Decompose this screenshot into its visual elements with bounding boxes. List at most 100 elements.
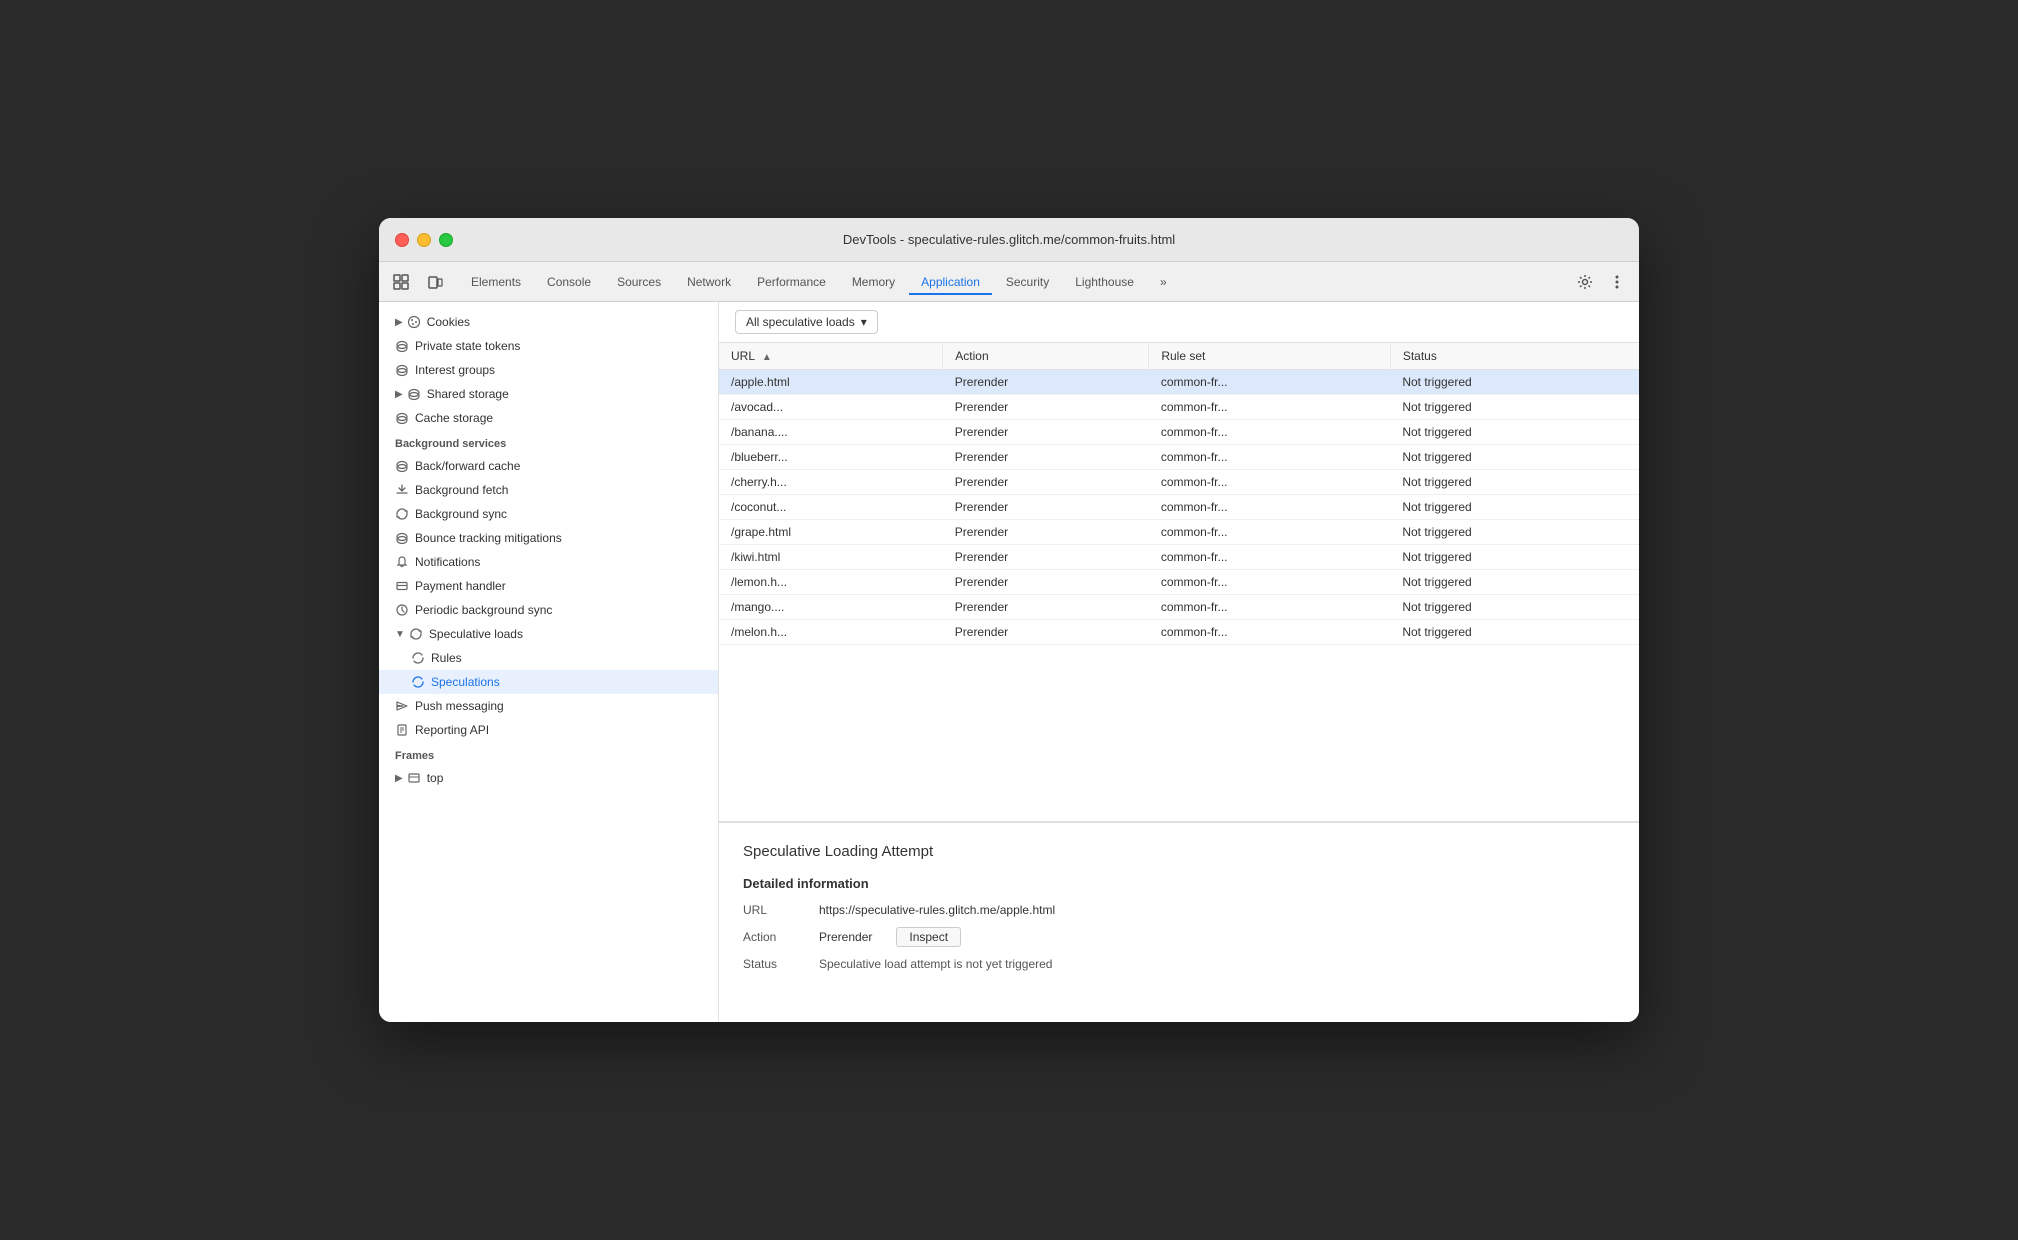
table-row[interactable]: /kiwi.htmlPrerendercommon-fr...Not trigg… [719,545,1639,570]
cell-url: /grape.html [719,520,943,545]
tab-security[interactable]: Security [994,269,1061,295]
table-row[interactable]: /coconut...Prerendercommon-fr...Not trig… [719,495,1639,520]
filter-dropdown[interactable]: All speculative loads ▾ [735,310,878,334]
minimize-button[interactable] [417,233,431,247]
table-row[interactable]: /blueberr...Prerendercommon-fr...Not tri… [719,445,1639,470]
periodic-bg-sync-icon [395,603,409,617]
maximize-button[interactable] [439,233,453,247]
sort-arrow-icon: ▲ [762,352,772,363]
detail-section-title: Detailed information [743,876,1615,891]
private-state-icon [395,339,409,353]
cell-status: Not triggered [1390,445,1639,470]
detail-status-row: Status Speculative load attempt is not y… [743,957,1615,971]
dropdown-arrow-icon: ▾ [861,315,867,329]
sidebar-label-rules: Rules [431,651,462,665]
speculative-loads-arrow-icon: ▼ [395,629,405,640]
cell-action: Prerender [943,620,1149,645]
sidebar-label-reporting-api: Reporting API [415,723,489,737]
cell-rule-set: common-fr... [1149,620,1391,645]
sidebar-item-cache-storage[interactable]: Cache storage [379,406,718,430]
cell-url: /coconut... [719,495,943,520]
sidebar-item-bfcache[interactable]: Back/forward cache [379,454,718,478]
settings-icon[interactable] [1571,268,1599,296]
cell-action: Prerender [943,545,1149,570]
detail-url-value: https://speculative-rules.glitch.me/appl… [819,903,1055,917]
inspect-button[interactable]: Inspect [896,927,961,947]
cell-status: Not triggered [1390,545,1639,570]
sidebar-item-top-frame[interactable]: ▶ top [379,766,718,790]
tab-performance[interactable]: Performance [745,269,838,295]
col-header-url[interactable]: URL ▲ [719,343,943,370]
cell-status: Not triggered [1390,395,1639,420]
table-row[interactable]: /grape.htmlPrerendercommon-fr...Not trig… [719,520,1639,545]
close-button[interactable] [395,233,409,247]
col-header-status[interactable]: Status [1390,343,1639,370]
cell-url: /kiwi.html [719,545,943,570]
top-frame-icon [407,771,421,785]
tab-application[interactable]: Application [909,269,992,295]
sidebar-item-bounce-tracking[interactable]: Bounce tracking mitigations [379,526,718,550]
payment-handler-icon [395,579,409,593]
table-row[interactable]: /cherry.h...Prerendercommon-fr...Not tri… [719,470,1639,495]
devtools-window: DevTools - speculative-rules.glitch.me/c… [379,218,1639,1022]
sidebar-item-rules[interactable]: Rules [379,646,718,670]
tab-elements[interactable]: Elements [459,269,533,295]
speculations-icon [411,675,425,689]
table-row[interactable]: /mango....Prerendercommon-fr...Not trigg… [719,595,1639,620]
cell-rule-set: common-fr... [1149,520,1391,545]
cell-rule-set: common-fr... [1149,595,1391,620]
cell-url: /lemon.h... [719,570,943,595]
window-title: DevTools - speculative-rules.glitch.me/c… [843,232,1175,247]
sidebar-item-interest-groups[interactable]: Interest groups [379,358,718,382]
table-row[interactable]: /apple.htmlPrerendercommon-fr...Not trig… [719,370,1639,395]
detail-title: Speculative Loading Attempt [743,843,1615,860]
device-toolbar-icon[interactable] [421,268,449,296]
cell-status: Not triggered [1390,470,1639,495]
more-options-icon[interactable] [1603,268,1631,296]
sidebar-item-notifications[interactable]: Notifications [379,550,718,574]
col-header-rule-set[interactable]: Rule set [1149,343,1391,370]
sidebar: ▶ Cookies [379,302,719,1022]
cell-status: Not triggered [1390,570,1639,595]
rules-icon [411,651,425,665]
sidebar-item-push-messaging[interactable]: Push messaging [379,694,718,718]
sidebar-item-speculative-loads[interactable]: ▼ Speculative loads [379,622,718,646]
table-row[interactable]: /melon.h...Prerendercommon-fr...Not trig… [719,620,1639,645]
table-row[interactable]: /avocad...Prerendercommon-fr...Not trigg… [719,395,1639,420]
sidebar-item-private-state-tokens[interactable]: Private state tokens [379,334,718,358]
cell-rule-set: common-fr... [1149,470,1391,495]
tab-sources[interactable]: Sources [605,269,673,295]
push-messaging-icon [395,699,409,713]
tab-console[interactable]: Console [535,269,603,295]
table-row[interactable]: /lemon.h...Prerendercommon-fr...Not trig… [719,570,1639,595]
sidebar-label-top: top [427,771,444,785]
detail-panel: Speculative Loading Attempt Detailed inf… [719,822,1639,1022]
table-body: /apple.htmlPrerendercommon-fr...Not trig… [719,370,1639,645]
bg-fetch-icon [395,483,409,497]
inspect-element-icon[interactable] [387,268,415,296]
sidebar-label-push-messaging: Push messaging [415,699,504,713]
cell-action: Prerender [943,595,1149,620]
sidebar-item-cookies[interactable]: ▶ Cookies [379,310,718,334]
title-bar: DevTools - speculative-rules.glitch.me/c… [379,218,1639,262]
cell-action: Prerender [943,370,1149,395]
sidebar-item-shared-storage[interactable]: ▶ Shared storage [379,382,718,406]
sidebar-item-bg-sync[interactable]: Background sync [379,502,718,526]
tab-network[interactable]: Network [675,269,743,295]
tab-lighthouse[interactable]: Lighthouse [1063,269,1146,295]
table-row[interactable]: /banana....Prerendercommon-fr...Not trig… [719,420,1639,445]
sidebar-item-reporting-api[interactable]: Reporting API [379,718,718,742]
detail-action-row: Action Prerender Inspect [743,927,1615,947]
sidebar-item-bg-fetch[interactable]: Background fetch [379,478,718,502]
section-header-frames: Frames [379,742,718,766]
tab-memory[interactable]: Memory [840,269,907,295]
tab-more[interactable]: » [1148,269,1179,295]
cell-action: Prerender [943,470,1149,495]
col-header-action[interactable]: Action [943,343,1149,370]
detail-status-label: Status [743,957,803,971]
sidebar-item-periodic-bg-sync[interactable]: Periodic background sync [379,598,718,622]
sidebar-item-speculations[interactable]: Speculations [379,670,718,694]
speculations-table: URL ▲ Action Rule set Status /apple.html… [719,343,1639,645]
sidebar-item-payment-handler[interactable]: Payment handler [379,574,718,598]
table-header-row: URL ▲ Action Rule set Status [719,343,1639,370]
